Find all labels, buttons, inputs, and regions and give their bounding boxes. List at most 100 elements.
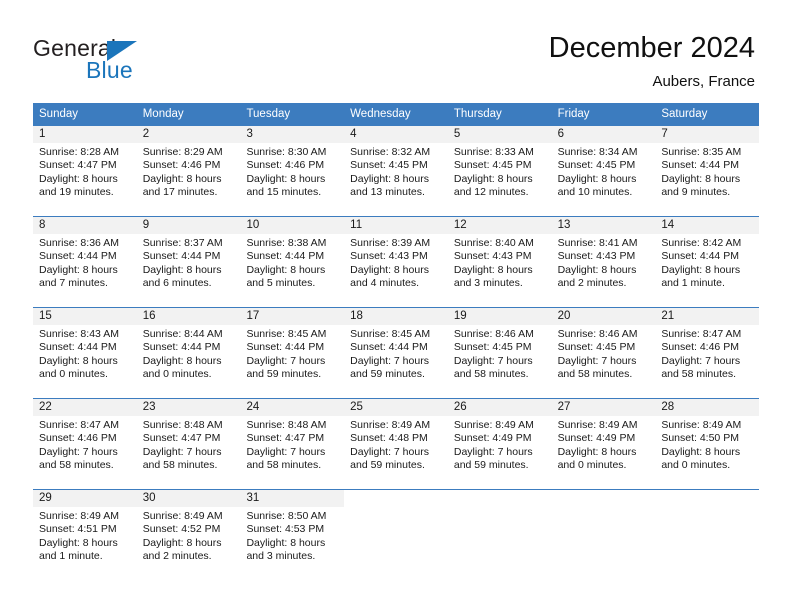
day-info: Sunrise: 8:47 AM Sunset: 4:46 PM Dayligh… xyxy=(33,416,137,473)
daylight-text-line2: and 1 minute. xyxy=(661,277,725,290)
sunset-text: Sunset: 4:47 PM xyxy=(142,432,221,445)
sunset-text: Sunset: 4:46 PM xyxy=(142,159,221,172)
day-cell[interactable]: 30 Sunrise: 8:49 AM Sunset: 4:52 PM Dayl… xyxy=(136,490,241,580)
weekday-friday: Friday xyxy=(557,108,590,120)
sunset-text: Sunset: 4:44 PM xyxy=(246,250,325,263)
daylight-text-line1: Daylight: 8 hours xyxy=(661,263,741,276)
day-number: 24 xyxy=(240,399,345,416)
day-info: Sunrise: 8:37 AM Sunset: 4:44 PM Dayligh… xyxy=(137,234,241,291)
day-cell[interactable]: 11 Sunrise: 8:39 AM Sunset: 4:43 PM Dayl… xyxy=(344,217,448,307)
day-cell[interactable]: 2 Sunrise: 8:29 AM Sunset: 4:46 PM Dayli… xyxy=(136,126,241,216)
sunset-text: Sunset: 4:52 PM xyxy=(142,523,221,536)
sunrise-text: Sunrise: 8:35 AM xyxy=(661,146,742,158)
day-number xyxy=(655,490,759,507)
daylight-text-line2: and 59 minutes. xyxy=(453,459,529,472)
sunrise-text: Sunrise: 8:30 AM xyxy=(246,146,327,158)
day-cell[interactable]: 16 Sunrise: 8:44 AM Sunset: 4:44 PM Dayl… xyxy=(136,308,241,398)
day-cell[interactable]: 28 Sunrise: 8:49 AM Sunset: 4:50 PM Dayl… xyxy=(655,399,760,489)
sunrise-text: Sunrise: 8:32 AM xyxy=(350,146,431,158)
day-cell[interactable]: 21 Sunrise: 8:47 AM Sunset: 4:46 PM Dayl… xyxy=(655,308,760,398)
day-cell[interactable]: 6 Sunrise: 8:34 AM Sunset: 4:45 PM Dayli… xyxy=(551,126,656,216)
calendar-page: General Blue December 2024 Aubers, Franc… xyxy=(0,0,792,612)
daylight-text-line2: and 15 minutes. xyxy=(246,186,322,199)
day-cell[interactable]: 25 Sunrise: 8:49 AM Sunset: 4:48 PM Dayl… xyxy=(344,399,448,489)
daylight-text-line2: and 58 minutes. xyxy=(557,368,633,381)
day-cell[interactable]: 31 Sunrise: 8:50 AM Sunset: 4:53 PM Dayl… xyxy=(240,490,345,580)
day-info: Sunrise: 8:45 AM Sunset: 4:44 PM Dayligh… xyxy=(344,325,448,382)
day-number: 8 xyxy=(33,217,137,234)
day-info: Sunrise: 8:41 AM Sunset: 4:43 PM Dayligh… xyxy=(552,234,656,291)
daylight-text-line2: and 3 minutes. xyxy=(453,277,523,290)
daylight-text-line1: Daylight: 8 hours xyxy=(142,263,222,276)
day-number: 6 xyxy=(551,126,656,143)
page-title: December 2024 xyxy=(548,32,755,64)
day-number: 22 xyxy=(33,399,137,416)
sunset-text: Sunset: 4:43 PM xyxy=(350,250,428,263)
sunset-text: Sunset: 4:44 PM xyxy=(661,159,739,172)
day-info: Sunrise: 8:43 AM Sunset: 4:44 PM Dayligh… xyxy=(33,325,137,382)
day-cell[interactable]: 13 Sunrise: 8:41 AM Sunset: 4:43 PM Dayl… xyxy=(551,217,656,307)
daylight-text-line1: Daylight: 7 hours xyxy=(246,445,326,458)
day-cell[interactable]: 22 Sunrise: 8:47 AM Sunset: 4:46 PM Dayl… xyxy=(33,399,137,489)
day-number: 31 xyxy=(240,490,345,507)
weekday-monday: Monday xyxy=(142,108,184,120)
day-cell[interactable]: 10 Sunrise: 8:38 AM Sunset: 4:44 PM Dayl… xyxy=(240,217,345,307)
day-cell[interactable]: 18 Sunrise: 8:45 AM Sunset: 4:44 PM Dayl… xyxy=(344,308,448,398)
sunrise-text: Sunrise: 8:47 AM xyxy=(661,328,742,340)
daylight-text-line2: and 2 minutes. xyxy=(557,277,627,290)
daylight-text-line1: Daylight: 8 hours xyxy=(557,263,637,276)
day-cell[interactable]: 15 Sunrise: 8:43 AM Sunset: 4:44 PM Dayl… xyxy=(33,308,137,398)
day-cell[interactable]: 4 Sunrise: 8:32 AM Sunset: 4:45 PM Dayli… xyxy=(344,126,448,216)
day-cell[interactable]: 27 Sunrise: 8:49 AM Sunset: 4:49 PM Dayl… xyxy=(551,399,656,489)
daylight-text-line2: and 7 minutes. xyxy=(39,277,108,290)
week-row: 29 Sunrise: 8:49 AM Sunset: 4:51 PM Dayl… xyxy=(33,489,759,580)
day-cell[interactable]: 9 Sunrise: 8:37 AM Sunset: 4:44 PM Dayli… xyxy=(136,217,241,307)
weekday-header-row: Sunday Monday Tuesday Wednesday Thursday… xyxy=(33,103,759,125)
sunset-text: Sunset: 4:43 PM xyxy=(453,250,532,263)
day-number xyxy=(448,490,552,507)
sunset-text: Sunset: 4:45 PM xyxy=(350,159,428,172)
day-cell[interactable]: 19 Sunrise: 8:46 AM Sunset: 4:45 PM Dayl… xyxy=(447,308,552,398)
day-cell[interactable]: 8 Sunrise: 8:36 AM Sunset: 4:44 PM Dayli… xyxy=(33,217,137,307)
day-number: 20 xyxy=(551,308,656,325)
day-info: Sunrise: 8:46 AM Sunset: 4:45 PM Dayligh… xyxy=(552,325,656,382)
day-cell[interactable]: 23 Sunrise: 8:48 AM Sunset: 4:47 PM Dayl… xyxy=(136,399,241,489)
week-row: 8 Sunrise: 8:36 AM Sunset: 4:44 PM Dayli… xyxy=(33,216,760,307)
day-info: Sunrise: 8:42 AM Sunset: 4:44 PM Dayligh… xyxy=(655,234,759,291)
general-blue-logo[interactable]: General Blue xyxy=(33,35,233,93)
day-info: Sunrise: 8:49 AM Sunset: 4:49 PM Dayligh… xyxy=(448,416,552,473)
day-info: Sunrise: 8:46 AM Sunset: 4:45 PM Dayligh… xyxy=(448,325,552,382)
day-number xyxy=(552,490,656,507)
sunrise-text: Sunrise: 8:49 AM xyxy=(39,510,119,522)
sunset-text: Sunset: 4:50 PM xyxy=(661,432,739,445)
day-info: Sunrise: 8:44 AM Sunset: 4:44 PM Dayligh… xyxy=(137,325,241,382)
daylight-text-line2: and 17 minutes. xyxy=(142,186,218,199)
sunset-text: Sunset: 4:46 PM xyxy=(661,341,739,354)
day-cell[interactable]: 14 Sunrise: 8:42 AM Sunset: 4:44 PM Dayl… xyxy=(655,217,760,307)
week-row: 15 Sunrise: 8:43 AM Sunset: 4:44 PM Dayl… xyxy=(33,307,760,398)
sunrise-text: Sunrise: 8:49 AM xyxy=(557,419,638,431)
day-info: Sunrise: 8:49 AM Sunset: 4:48 PM Dayligh… xyxy=(344,416,448,473)
day-cell[interactable]: 20 Sunrise: 8:46 AM Sunset: 4:45 PM Dayl… xyxy=(551,308,656,398)
sunset-text: Sunset: 4:53 PM xyxy=(246,523,325,536)
daylight-text-line1: Daylight: 8 hours xyxy=(39,263,118,276)
daylight-text-line1: Daylight: 8 hours xyxy=(350,172,429,185)
sunrise-text: Sunrise: 8:45 AM xyxy=(350,328,431,340)
day-cell[interactable]: 5 Sunrise: 8:33 AM Sunset: 4:45 PM Dayli… xyxy=(447,126,552,216)
day-number xyxy=(344,490,448,507)
day-cell[interactable]: 3 Sunrise: 8:30 AM Sunset: 4:46 PM Dayli… xyxy=(240,126,345,216)
day-cell[interactable]: 29 Sunrise: 8:49 AM Sunset: 4:51 PM Dayl… xyxy=(33,490,137,580)
sunset-text: Sunset: 4:46 PM xyxy=(246,159,325,172)
day-cell[interactable]: 7 Sunrise: 8:35 AM Sunset: 4:44 PM Dayli… xyxy=(655,126,760,216)
day-cell[interactable]: 12 Sunrise: 8:40 AM Sunset: 4:43 PM Dayl… xyxy=(447,217,552,307)
day-cell[interactable]: 24 Sunrise: 8:48 AM Sunset: 4:47 PM Dayl… xyxy=(240,399,345,489)
sunrise-text: Sunrise: 8:45 AM xyxy=(246,328,327,340)
day-info: Sunrise: 8:50 AM Sunset: 4:53 PM Dayligh… xyxy=(240,507,344,564)
day-cell[interactable]: 1 Sunrise: 8:28 AM Sunset: 4:47 PM Dayli… xyxy=(33,126,137,216)
day-cell[interactable]: 26 Sunrise: 8:49 AM Sunset: 4:49 PM Dayl… xyxy=(447,399,552,489)
sunrise-text: Sunrise: 8:49 AM xyxy=(142,510,223,522)
day-cell[interactable]: 17 Sunrise: 8:45 AM Sunset: 4:44 PM Dayl… xyxy=(240,308,345,398)
day-info: Sunrise: 8:30 AM Sunset: 4:46 PM Dayligh… xyxy=(240,143,344,200)
week-row: 22 Sunrise: 8:47 AM Sunset: 4:46 PM Dayl… xyxy=(33,398,760,489)
day-number: 11 xyxy=(344,217,448,234)
